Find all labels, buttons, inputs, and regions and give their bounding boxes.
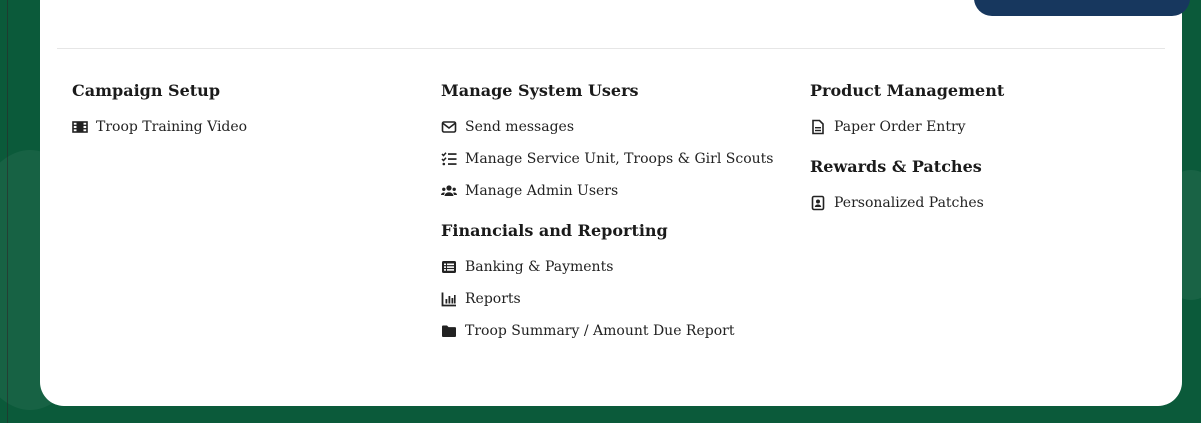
link-label: Troop Training Video xyxy=(96,119,248,135)
header-action-button[interactable] xyxy=(974,0,1190,16)
link-label: Banking & Payments xyxy=(465,259,614,275)
bar-chart-icon xyxy=(441,291,457,307)
link-label: Send messages xyxy=(465,119,575,135)
document-icon xyxy=(810,119,826,135)
envelope-icon xyxy=(441,119,457,135)
link-manage-service-unit[interactable]: Manage Service Unit, Troops & Girl Scout… xyxy=(441,148,773,170)
link-reports[interactable]: Reports xyxy=(441,288,773,310)
link-label: Troop Summary / Amount Due Report xyxy=(465,323,735,339)
list-box-icon xyxy=(441,259,457,275)
badge-icon xyxy=(810,195,826,211)
section-heading-financials-reporting: Financials and Reporting xyxy=(441,221,668,240)
link-label: Manage Admin Users xyxy=(465,183,619,199)
link-label: Paper Order Entry xyxy=(834,119,966,135)
checklist-icon xyxy=(441,151,457,167)
column-users-financials: Manage System Users Send messages Manage… xyxy=(441,80,773,352)
section-heading-campaign-setup: Campaign Setup xyxy=(72,81,220,100)
folder-icon xyxy=(441,323,457,339)
section-heading-product-management: Product Management xyxy=(810,81,1005,100)
link-send-messages[interactable]: Send messages xyxy=(441,116,773,138)
link-troop-training-video[interactable]: Troop Training Video xyxy=(72,116,247,138)
users-icon xyxy=(441,183,457,199)
window-edge xyxy=(7,0,8,423)
column-campaign-setup: Campaign Setup Troop Training Video xyxy=(72,80,247,148)
link-label: Reports xyxy=(465,291,521,307)
column-products-rewards: Product Management Paper Order Entry Rew… xyxy=(810,80,1004,224)
link-troop-summary[interactable]: Troop Summary / Amount Due Report xyxy=(441,320,773,342)
link-paper-order-entry[interactable]: Paper Order Entry xyxy=(810,116,1004,138)
dashboard-card: Campaign Setup Troop Training Video Mana… xyxy=(40,0,1190,406)
divider xyxy=(57,48,1165,49)
section-heading-rewards-patches: Rewards & Patches xyxy=(810,157,982,176)
link-personalized-patches[interactable]: Personalized Patches xyxy=(810,192,1004,214)
film-icon xyxy=(72,119,88,135)
section-heading-manage-system-users: Manage System Users xyxy=(441,81,639,100)
link-manage-admin-users[interactable]: Manage Admin Users xyxy=(441,180,773,202)
link-label: Manage Service Unit, Troops & Girl Scout… xyxy=(465,151,774,167)
link-label: Personalized Patches xyxy=(834,195,984,211)
link-banking-payments[interactable]: Banking & Payments xyxy=(441,256,773,278)
